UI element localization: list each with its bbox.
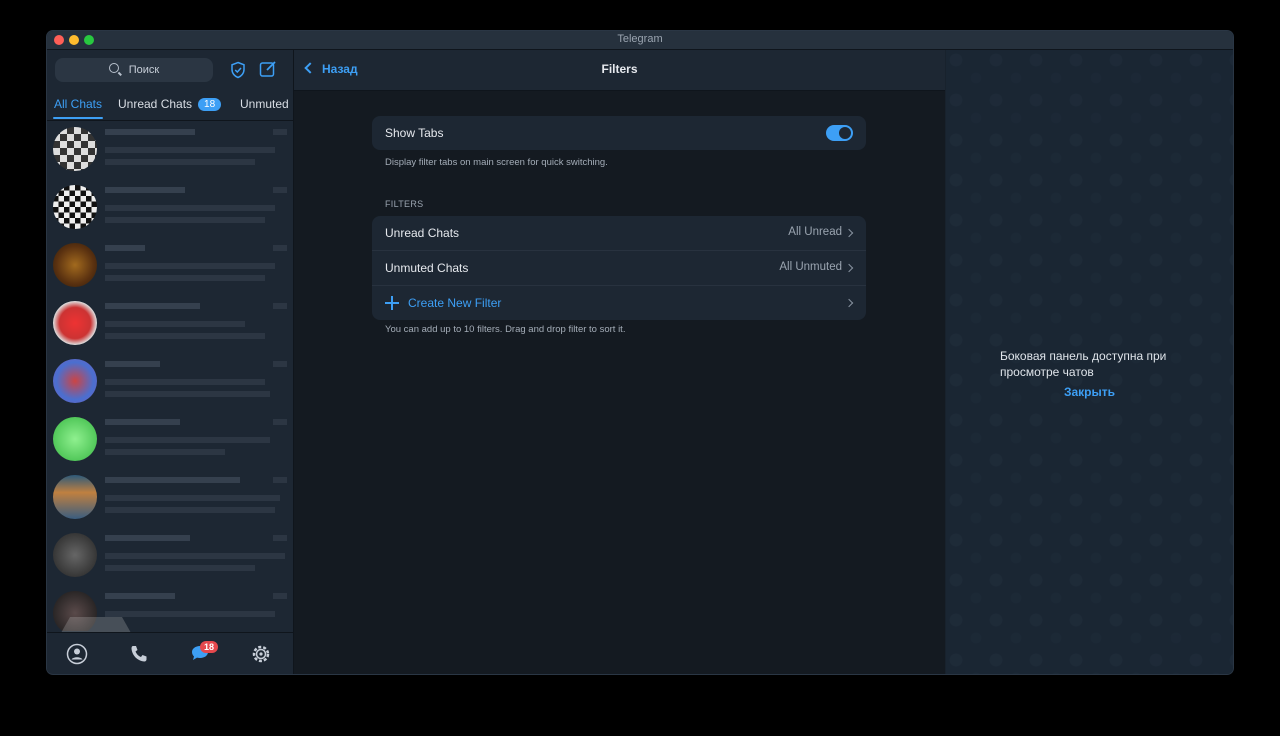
filters-settings-pane: Назад Filters Show Tabs Display filter t… [294,50,945,674]
show-tabs-row[interactable]: Show Tabs [372,116,866,150]
chat-list [47,121,293,631]
tab-unmuted[interactable]: Unmuted [240,97,289,111]
compose-icon[interactable] [259,60,277,78]
chevron-right-icon [844,298,854,308]
filter-value: All Unread [788,226,842,238]
tab-label: Unread Chats [118,97,193,111]
avatar [53,475,97,519]
list-item[interactable] [47,295,293,353]
list-item[interactable] [47,179,293,237]
chevron-right-icon [844,263,854,273]
tab-all-chats[interactable]: All Chats [54,97,102,111]
plus-icon [385,296,399,310]
avatar [53,359,97,403]
filters-hint: You can add up to 10 filters. Drag and d… [385,324,626,335]
filters-section-header: FILTERS [385,199,424,209]
bottom-tab-bar: 18 [47,632,293,674]
avatar [53,243,97,287]
avatar [53,301,97,345]
show-tabs-label: Show Tabs [385,126,444,140]
list-item[interactable] [47,121,293,179]
search-icon [108,63,119,73]
profile-icon[interactable] [66,643,88,665]
show-tabs-hint: Display filter tabs on main screen for q… [385,157,608,168]
avatar [53,185,97,229]
search-input[interactable]: Поиск [55,58,213,82]
filters-card: Unread Chats All Unread Unmuted Chats Al… [372,216,866,320]
avatar [53,533,97,577]
list-item[interactable] [47,353,293,411]
filter-value: All Unmuted [779,261,842,273]
active-tab-indicator [53,117,103,119]
list-item[interactable] [47,411,293,469]
title-bar: Telegram [47,31,1233,50]
search-placeholder: Поиск [128,64,160,76]
side-panel-message: Боковая панель доступна при просмотре ча… [1000,349,1167,379]
header: Назад Filters [294,50,945,91]
toggle-knob [839,127,851,139]
show-tabs-card: Show Tabs [372,116,866,150]
list-item[interactable] [47,469,293,527]
chats-badge: 18 [200,641,219,653]
unread-badge: 18 [198,98,222,111]
list-item[interactable] [47,527,293,585]
chevron-right-icon [844,228,854,238]
settings-gear-icon[interactable] [250,643,272,665]
sidebar: Поиск All Chats Unread Chats 18 Unmuted [47,50,294,674]
tab-unread-chats[interactable]: Unread Chats 18 [118,97,222,111]
chat-filter-tabs: All Chats Unread Chats 18 Unmuted [47,90,293,121]
app-window: Telegram Поиск All Chats Unread Chats 18 … [47,31,1233,674]
page-title: Filters [601,62,638,76]
create-new-filter-button[interactable]: Create New Filter [372,286,866,320]
avatar [53,417,97,461]
filter-row[interactable]: Unread Chats All Unread [372,216,866,251]
shield-icon[interactable] [229,61,247,79]
create-filter-label: Create New Filter [408,296,502,310]
list-item[interactable] [47,237,293,295]
close-panel-link[interactable]: Закрыть [946,385,1233,399]
filter-row[interactable]: Unmuted Chats All Unmuted [372,251,866,286]
right-side-panel: Боковая панель доступна при просмотре ча… [946,50,1233,674]
filter-name: Unread Chats [385,226,460,240]
window-title: Telegram [617,33,663,45]
filter-name: Unmuted Chats [385,261,469,275]
avatar [53,127,97,171]
phone-icon[interactable] [128,643,150,665]
show-tabs-toggle[interactable] [826,125,853,141]
